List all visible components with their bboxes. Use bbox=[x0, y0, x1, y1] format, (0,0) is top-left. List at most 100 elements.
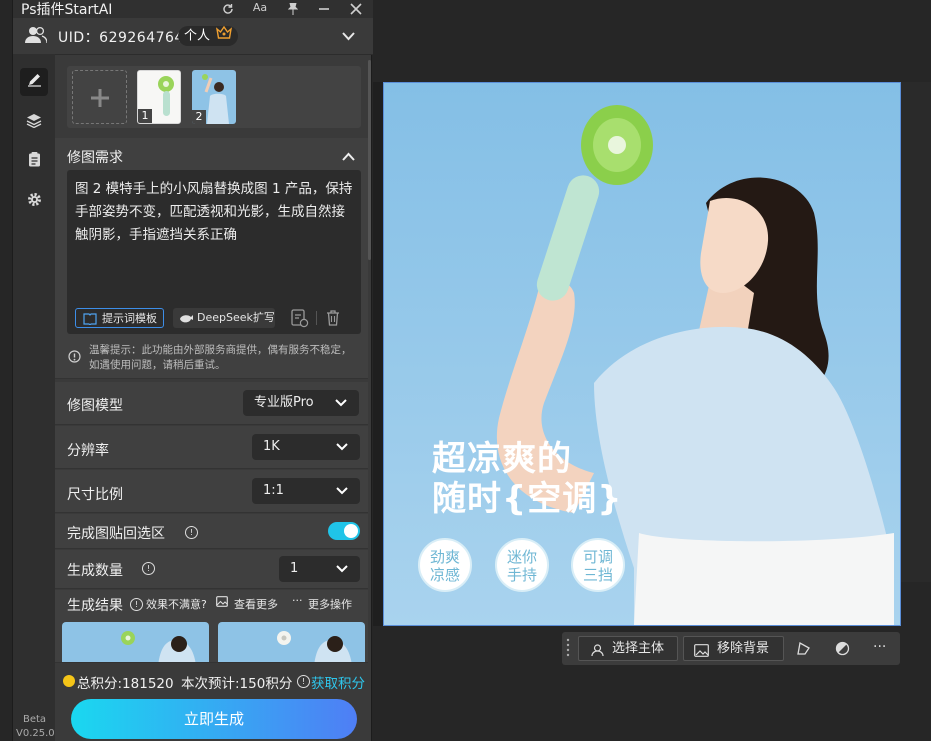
service-notice: 温馨提示：此功能由外部服务商提供，偶有服务不稳定，如遇使用问题，请稍后重试。 bbox=[89, 344, 352, 371]
results-section: 生成结果 ! 效果不满意? 查看更多 ··· 更多操作 bbox=[55, 590, 368, 663]
edit-request-title: 修图需求 bbox=[67, 150, 123, 166]
edit-tab[interactable] bbox=[20, 68, 48, 96]
prompt-template-label: 提示词模板 bbox=[102, 312, 157, 325]
users-icon bbox=[25, 26, 48, 48]
transform-icon[interactable] bbox=[796, 641, 811, 660]
refresh-icon[interactable] bbox=[219, 0, 237, 18]
uid-label: UID：629264764 bbox=[58, 30, 184, 46]
prompt-text: 图 2 模特手上的小风扇替换成图 1 产品，保持手部姿势不变，匹配透视和光影，生… bbox=[75, 181, 353, 243]
canvas-right-edge bbox=[901, 82, 931, 582]
feature-tag-1-line-2: 凉感 bbox=[429, 566, 460, 584]
minimize-icon[interactable] bbox=[315, 0, 333, 18]
image-icon bbox=[694, 642, 709, 666]
total-points: 总积分:181520 bbox=[77, 676, 174, 692]
results-title: 生成结果 bbox=[67, 598, 123, 614]
chevron-down-icon bbox=[335, 390, 347, 416]
image-thumb-2[interactable]: 2 bbox=[192, 70, 236, 124]
edit-request-section: 修图需求 图 2 模特手上的小风扇替换成图 1 产品，保持手部姿势不变，匹配透视… bbox=[55, 138, 368, 379]
crown-icon bbox=[216, 25, 233, 46]
history-prompt-icon[interactable] bbox=[291, 309, 309, 332]
floating-toolbar: 选择主体 移除背景 ··· bbox=[562, 632, 900, 665]
collapse-user-chevron-icon[interactable] bbox=[342, 30, 355, 45]
trash-icon[interactable] bbox=[326, 310, 340, 330]
model-value: 专业版Pro bbox=[254, 395, 314, 410]
result-image-1 bbox=[62, 622, 209, 662]
result-thumb-1[interactable] bbox=[62, 622, 209, 662]
canvas-image[interactable]: 超凉爽的 随时{空调} 劲爽 凉感 迷你 手持 可调 三挡 bbox=[383, 82, 901, 626]
user-bar: UID：629264764 个人 bbox=[13, 18, 373, 55]
add-image-button[interactable] bbox=[72, 70, 127, 124]
headline-line-1: 超凉爽的 bbox=[432, 439, 572, 479]
prompt-template-button[interactable]: 提示词模板 bbox=[75, 308, 164, 328]
contrast-icon[interactable] bbox=[835, 641, 850, 660]
pencil-icon bbox=[27, 73, 42, 91]
estimate-info-icon[interactable]: ! bbox=[297, 675, 310, 688]
collapse-chevron-up-icon[interactable] bbox=[342, 150, 355, 165]
remove-background-button[interactable]: 移除背景 bbox=[683, 636, 784, 661]
feature-tag-1-line-1: 劲爽 bbox=[429, 548, 460, 566]
ratio-value: 1:1 bbox=[263, 483, 284, 498]
prompt-textarea[interactable]: 图 2 模特手上的小风扇替换成图 1 产品，保持手部姿势不变，匹配透视和光影，生… bbox=[67, 170, 361, 334]
drag-handle[interactable] bbox=[566, 637, 570, 660]
layers-icon bbox=[26, 114, 42, 132]
feature-tag-2: 迷你 手持 bbox=[495, 538, 549, 592]
panel-scrollbar[interactable] bbox=[368, 60, 371, 260]
result-thumb-2[interactable] bbox=[218, 622, 365, 662]
model-label: 修图模型 bbox=[67, 398, 123, 414]
select-subject-label: 选择主体 bbox=[612, 641, 665, 656]
model-row: 修图模型 专业版Pro bbox=[55, 382, 368, 425]
more-actions-link[interactable]: 更多操作 bbox=[308, 596, 352, 612]
version-label: V0.25.0 bbox=[16, 728, 55, 739]
unsatisfied-info-icon: ! bbox=[130, 598, 143, 611]
more-options-icon[interactable]: ··· bbox=[873, 639, 886, 655]
chevron-down-icon bbox=[336, 556, 348, 582]
font-size-icon[interactable]: Aa bbox=[251, 0, 269, 18]
get-points-link[interactable]: 获取积分 bbox=[311, 672, 365, 692]
resolution-label: 分辨率 bbox=[67, 443, 109, 459]
feature-tag-3-line-2: 三挡 bbox=[582, 566, 613, 584]
settings-tab[interactable] bbox=[20, 188, 48, 216]
generate-button[interactable]: 立即生成 bbox=[71, 699, 357, 739]
headline-line-2: 随时{空调} bbox=[432, 479, 623, 519]
more-dots-icon: ··· bbox=[292, 594, 303, 607]
thumb-2-number: 2 bbox=[192, 110, 206, 124]
plugin-panel: Ps插件StartAI Aa UID：629264764 个人 Beta V0.… bbox=[12, 0, 373, 741]
unsatisfied-link[interactable]: 效果不满意? bbox=[146, 596, 207, 612]
book-icon bbox=[83, 312, 97, 332]
count-select[interactable]: 1 bbox=[279, 556, 360, 582]
ratio-row: 尺寸比例 1:1 bbox=[55, 470, 368, 513]
resolution-select[interactable]: 1K bbox=[252, 434, 360, 460]
deepseek-expand-button[interactable]: DeepSeek扩写 bbox=[173, 308, 275, 328]
layers-tab[interactable] bbox=[20, 109, 48, 137]
ratio-select[interactable]: 1:1 bbox=[252, 478, 360, 504]
chevron-down-icon bbox=[336, 478, 348, 504]
paste-back-toggle[interactable] bbox=[328, 522, 360, 540]
whale-icon bbox=[179, 312, 193, 332]
toolbar-divider bbox=[316, 311, 317, 325]
view-more-link[interactable]: 查看更多 bbox=[234, 596, 278, 612]
estimate-points: 本次预计:150积分 bbox=[181, 676, 293, 692]
feature-tag-2-line-2: 手持 bbox=[506, 566, 537, 584]
remove-background-label: 移除背景 bbox=[717, 641, 770, 656]
person-icon bbox=[591, 642, 604, 666]
toggle-knob bbox=[344, 524, 358, 538]
thumb-1-number: 1 bbox=[138, 109, 152, 123]
count-info-icon[interactable]: ! bbox=[142, 562, 155, 575]
model-select[interactable]: 专业版Pro bbox=[243, 390, 359, 416]
pin-icon[interactable] bbox=[284, 0, 302, 18]
canvas-edge bbox=[373, 82, 383, 626]
history-tab[interactable] bbox=[20, 148, 48, 176]
paste-back-info-icon[interactable]: ! bbox=[185, 526, 198, 539]
select-subject-button[interactable]: 选择主体 bbox=[578, 636, 678, 661]
sidebar: Beta V0.25.0 bbox=[13, 54, 55, 741]
paste-back-row: 完成图贴回选区 ! bbox=[55, 514, 368, 549]
document-icon bbox=[28, 152, 41, 171]
close-icon[interactable] bbox=[347, 0, 365, 18]
feature-tag-1: 劲爽 凉感 bbox=[418, 538, 472, 592]
title-bar: Ps插件StartAI Aa bbox=[13, 0, 373, 18]
gear-icon bbox=[27, 193, 42, 211]
points-bar: 总积分:181520 本次预计:150积分 ! 获取积分 bbox=[55, 664, 368, 698]
resolution-value: 1K bbox=[263, 439, 280, 454]
image-thumb-1[interactable]: 1 bbox=[137, 70, 181, 124]
app-title: Ps插件StartAI bbox=[21, 2, 113, 18]
